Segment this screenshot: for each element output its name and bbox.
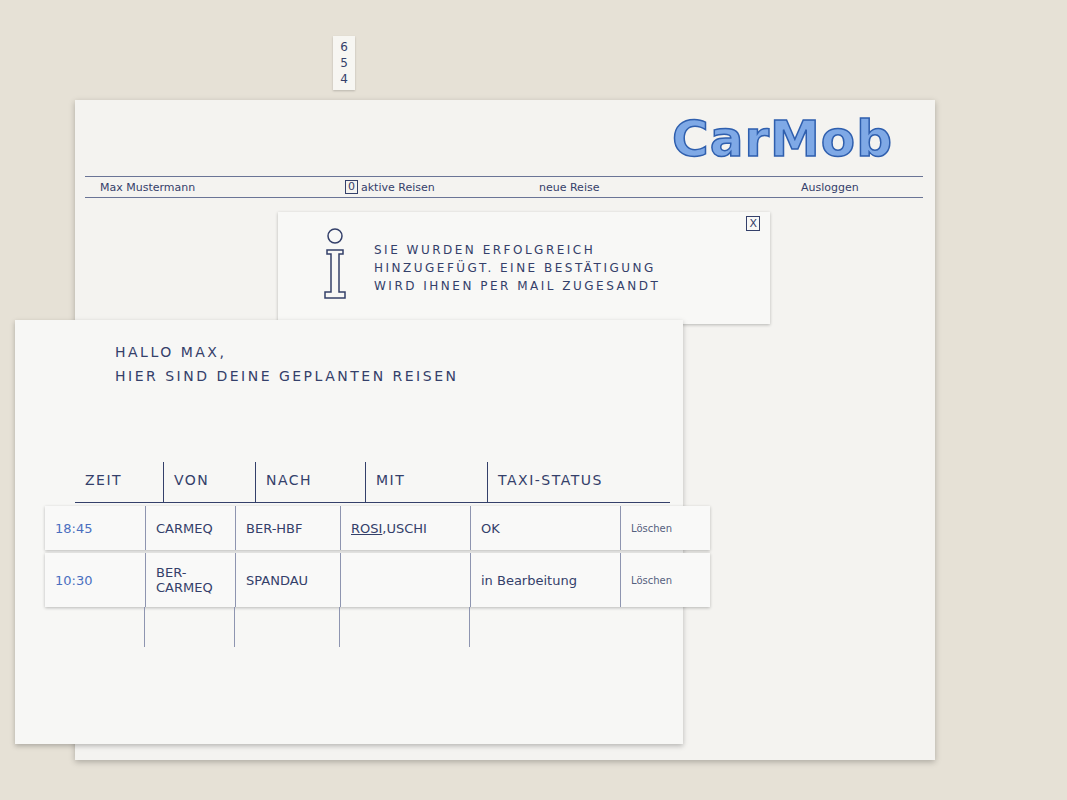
active-count-badge[interactable]: 0 bbox=[345, 180, 358, 194]
column-header: TAXI-STATUS bbox=[487, 462, 627, 502]
new-trip-link[interactable]: neue Reise bbox=[539, 181, 801, 194]
greeting-subtitle: HIER SIND DEINE GEPLANTEN REISEN bbox=[115, 368, 683, 384]
logo[interactable]: CarMob bbox=[672, 110, 893, 172]
trips-table: ZEITVONNACHMITTAXI-STATUS18:45CARMEQBER-… bbox=[45, 462, 710, 647]
column-header: MIT bbox=[365, 462, 487, 502]
companion: USCHI bbox=[387, 521, 427, 536]
counter-digit: 6 bbox=[340, 40, 348, 54]
from-cell: BER-CARMEQ bbox=[145, 553, 235, 607]
from-cell: CARMEQ bbox=[145, 506, 235, 550]
nav-bar: Max Mustermann0aktive Reisenneue ReiseAu… bbox=[85, 176, 923, 198]
to-cell: SPANDAU bbox=[235, 553, 340, 607]
info-icon bbox=[320, 226, 350, 310]
notice-text: SIE WURDEN ERFOLGREICH HINZUGEFÜGT. EINE … bbox=[374, 243, 660, 293]
greeting: HALLO MAX, HIER SIND DEINE GEPLANTEN REIS… bbox=[15, 320, 683, 384]
table-row[interactable]: 10:30BER-CARMEQSPANDAU in BearbeitungLösc… bbox=[45, 553, 710, 607]
notice-line: SIE WURDEN ERFOLGREICH bbox=[374, 243, 660, 257]
delete-link[interactable]: Löschen bbox=[620, 506, 710, 550]
logout-link[interactable]: Ausloggen bbox=[801, 181, 859, 194]
table-row[interactable]: 18:45CARMEQBER-HBFROSI, USCHIOKLöschen bbox=[45, 506, 710, 550]
delete-link[interactable]: Löschen bbox=[620, 553, 710, 607]
companions-cell bbox=[340, 553, 470, 607]
table-empty-area bbox=[45, 607, 710, 647]
status-cell: in Bearbeitung bbox=[470, 553, 620, 607]
greeting-title: HALLO MAX, bbox=[115, 344, 683, 360]
time-cell: 18:45 bbox=[45, 506, 145, 550]
counter-digit: 5 bbox=[340, 56, 348, 70]
table-header: ZEITVONNACHMITTAXI-STATUS bbox=[75, 462, 670, 503]
separator: , bbox=[382, 521, 386, 536]
time-cell: 10:30 bbox=[45, 553, 145, 607]
column-line bbox=[45, 607, 145, 647]
column-header: VON bbox=[163, 462, 255, 502]
column-line bbox=[235, 607, 340, 647]
close-button[interactable]: X bbox=[746, 216, 760, 231]
success-notice: SIE WURDEN ERFOLGREICH HINZUGEFÜGT. EINE … bbox=[278, 212, 770, 324]
companions-cell: ROSI, USCHI bbox=[340, 506, 470, 550]
status-cell: OK bbox=[470, 506, 620, 550]
column-line bbox=[340, 607, 470, 647]
column-line bbox=[145, 607, 235, 647]
column-header: ZEIT bbox=[75, 462, 163, 502]
to-cell: BER-HBF bbox=[235, 506, 340, 550]
user-name[interactable]: Max Mustermann bbox=[85, 181, 345, 194]
active-trips-link[interactable]: aktive Reisen bbox=[361, 181, 539, 194]
notice-line: WIRD IHNEN PER MAIL ZUGESANDT bbox=[374, 279, 660, 293]
counter-digit: 4 bbox=[340, 72, 348, 86]
column-header: NACH bbox=[255, 462, 365, 502]
notice-line: HINZUGEFÜGT. EINE BESTÄTIGUNG bbox=[374, 261, 660, 275]
page-counter-strip: 6 5 4 bbox=[333, 36, 355, 90]
companion[interactable]: ROSI bbox=[351, 521, 382, 536]
header: CarMob bbox=[75, 100, 935, 172]
